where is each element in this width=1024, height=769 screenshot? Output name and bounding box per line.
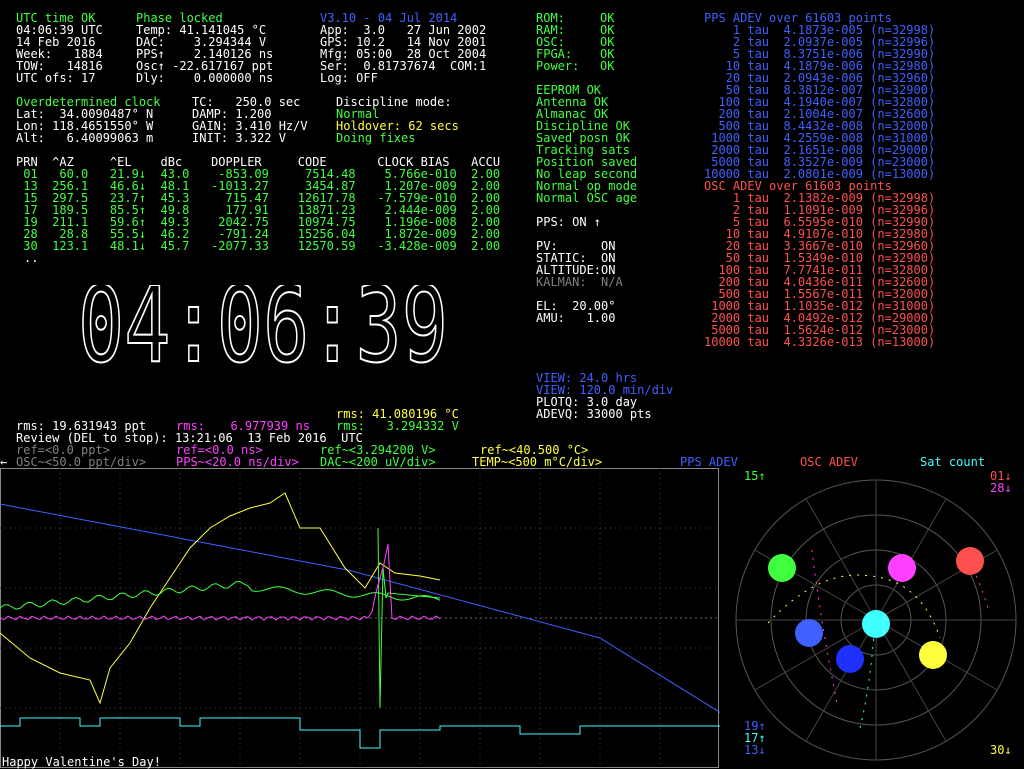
osc-adev-legend: OSC ADEV xyxy=(800,455,858,469)
time-plot[interactable] xyxy=(0,468,720,768)
footer-message: Happy Valentine's Day! xyxy=(2,755,161,769)
left-arrow-icon[interactable]: ← xyxy=(0,456,7,468)
sat-13[interactable] xyxy=(836,645,864,673)
osc-adev-row: 10000 tau 4.3326e-013 (n=13000) xyxy=(704,335,936,349)
pps-trace xyxy=(0,544,441,621)
pps-adev-legend: PPS ADEV xyxy=(680,455,738,469)
sat-count-legend: Sat count xyxy=(920,455,986,469)
pps-state: PPS: ON ↑ xyxy=(536,215,602,229)
pps-adev-row: 10000 tau 2.0801e-009 (n=13000) xyxy=(704,167,936,181)
sat-28[interactable] xyxy=(888,554,916,582)
big-clock-digits: 04:06:39 xyxy=(78,285,448,365)
hw-label: Power: xyxy=(536,59,580,73)
big-clock: 04:06:39 xyxy=(78,285,449,365)
sat-15[interactable] xyxy=(768,554,796,582)
dac-scale: DAC~<200 uV/div> xyxy=(320,455,436,469)
osc-scale: OSC~<50.0 ppt/div> xyxy=(16,455,147,469)
sat-19[interactable] xyxy=(795,619,823,647)
view-item: ADEVQ: 33000 pts xyxy=(536,407,652,421)
sky-label-13: 13↓ xyxy=(744,743,766,757)
amu-mask: AMU: 1.00 xyxy=(536,311,616,325)
temp-trace xyxy=(0,492,441,705)
discipline-param: INIT: 3.322 V xyxy=(192,131,286,145)
status-cell: Dly: 0.000000 ns xyxy=(136,71,274,85)
sat-track-30 xyxy=(767,574,941,639)
sat-row: 30 123.1 48.1↓ 45.7 -2077.33 12570.59 -3… xyxy=(16,239,501,253)
sat-track-17 xyxy=(859,622,876,729)
sky-spoke xyxy=(805,498,877,621)
sky-spoke xyxy=(875,619,947,742)
sky-label-15: 15↑ xyxy=(744,469,766,483)
sky-label-30: 30↓ xyxy=(990,743,1012,757)
sat-table-more: .. xyxy=(24,251,39,265)
sat-count-trace xyxy=(0,717,720,749)
hw-value: OK xyxy=(600,59,615,73)
sat-17[interactable] xyxy=(862,610,890,638)
pps-scale: PPS~<20.0 ns/div> xyxy=(176,455,299,469)
mode-item: KALMAN: N/A xyxy=(536,275,623,289)
temp-scale: TEMP~<500 m°C/div> xyxy=(472,455,603,469)
sat-30[interactable] xyxy=(919,641,947,669)
position-line: Alt: 6.40099063 m xyxy=(16,131,154,145)
status-cell: UTC ofs: 17 xyxy=(16,71,96,85)
discipline-line: Doing fixes xyxy=(336,131,416,145)
status-cell: Log: OFF xyxy=(320,71,378,85)
sat-01[interactable] xyxy=(956,547,984,575)
flag-item: Normal OSC age xyxy=(536,191,638,205)
sky-label-28: 28↓ xyxy=(990,481,1012,495)
osc-trace xyxy=(0,580,441,610)
